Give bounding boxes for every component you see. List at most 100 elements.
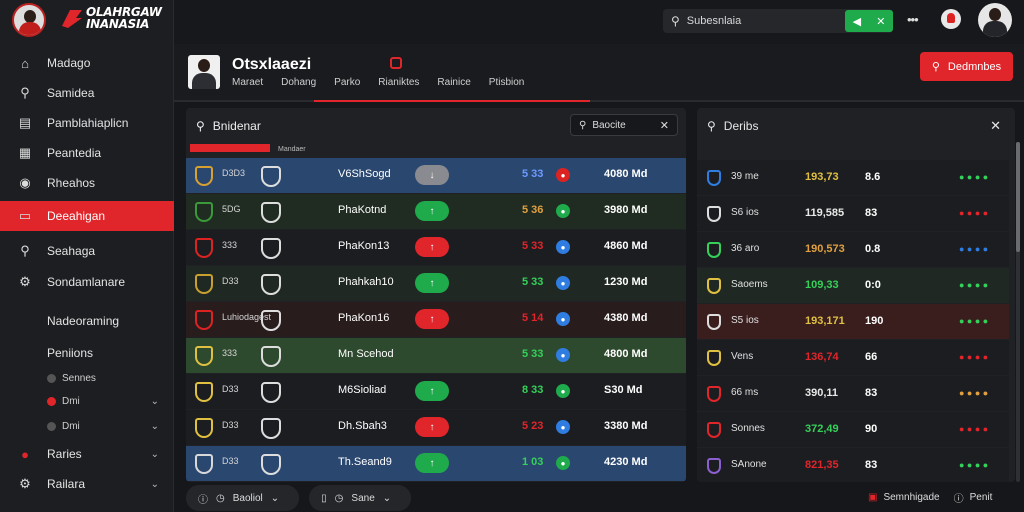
table-row[interactable]: 333 PhaKon13 ↑ 5 33 ● 4860 Md — [186, 230, 686, 265]
nav-item-peantedia[interactable]: ▦ Peantedia — [0, 138, 174, 168]
list-item[interactable]: S5 ios 193,171 190 ● ● ● ● — [697, 304, 1009, 339]
status-icon: ● — [556, 240, 570, 254]
item-value: 193,171 — [805, 315, 845, 327]
team-code: D3D3 — [222, 168, 246, 178]
search-icon: ⚲ — [579, 119, 587, 131]
list-item[interactable]: Sonnes 372,49 90 ● ● ● ● — [697, 412, 1009, 447]
table-row[interactable]: D33 M6Sioliad ↑ 8 33 ● S30 Md — [186, 374, 686, 409]
tab-maraet[interactable]: Maraet — [232, 77, 263, 88]
info-icon: ⓘ — [198, 494, 208, 506]
more-icon[interactable]: ••• — [907, 12, 919, 27]
trend-pill[interactable]: ↑ — [415, 417, 449, 437]
item-label: Vens — [731, 351, 754, 362]
table-row[interactable]: D33 Dh.Sbah3 ↑ 5 23 ● 3380 Md — [186, 410, 686, 445]
grid-icon: ▣ — [868, 492, 878, 503]
item-label: S6 ios — [731, 207, 759, 218]
primary-action-button[interactable]: ⚲ Dedmnbes — [920, 52, 1013, 81]
tab-rianiktes[interactable]: Rianiktes — [378, 77, 419, 88]
trend-pill[interactable]: ↑ — [415, 201, 449, 221]
table-row[interactable]: Luhiodagest PhaKon16 ↑ 5 14 ● 4380 Md — [186, 302, 686, 337]
list-item[interactable]: Vens 136,74 66 ● ● ● ● — [697, 340, 1009, 375]
amount-value: 3380 Md — [604, 420, 648, 432]
details-panel: ⚲ Deribs ✕ 39 me 193,73 8.6 ● ● ● ● S6 ios… — [697, 108, 1015, 482]
team-code: D33 — [222, 384, 239, 394]
list-item[interactable]: 36 aro 190,573 0.8 ● ● ● ● — [697, 232, 1009, 267]
nav-item-deeahigan[interactable]: ▭ Deeahigan — [0, 201, 174, 231]
item-number: 83 — [865, 207, 878, 219]
sidebar: OLAHRGAW INANASIA ⌂ Madago ⚲ Samidea ▤ Pamb… — [0, 0, 174, 512]
trend-dots: ● ● ● ● — [959, 244, 989, 254]
nav-item-raries[interactable]: ● Raries — [0, 439, 174, 469]
amount-value: 4860 Md — [604, 240, 648, 252]
user-avatar[interactable] — [978, 3, 1012, 37]
info-icon: ⓘ — [953, 494, 964, 505]
chevron-down-icon[interactable]: ⌄ — [151, 421, 159, 432]
table-row[interactable]: 333 Mn Scehod 5 33 ● 4800 Md — [186, 338, 686, 373]
trend-dots: ● ● ● ● — [959, 208, 989, 218]
status-icon: ● — [556, 168, 570, 182]
clock-icon: ◷ — [216, 492, 225, 504]
nav-sub-item[interactable]: Dmi — [47, 396, 80, 407]
team-crest-icon — [195, 382, 213, 402]
page-header: Otsxlaaezi Maraet Dohang Parko Rianiktes… — [174, 44, 1024, 102]
nav-item-madago[interactable]: ⌂ Madago — [0, 48, 174, 78]
tab-parko[interactable]: Parko — [334, 77, 360, 88]
list-item[interactable]: S6 ios 119,585 83 ● ● ● ● — [697, 196, 1009, 231]
team-name: V6ShSogd — [338, 168, 391, 180]
trend-pill[interactable]: ↑ — [415, 453, 449, 473]
close-icon[interactable]: ✕ — [990, 118, 1001, 134]
footer-link[interactable]: Semnhigade — [883, 492, 939, 503]
trend-pill[interactable]: ↓ — [415, 165, 449, 185]
chevron-down-icon[interactable]: ⌄ — [151, 449, 159, 460]
footer-pill[interactable]: ⓘ ◷ Baoliol ⌄ — [186, 485, 300, 511]
matches-panel: ⚲ Bnidenar ⚲ Baocite ✕ Mandaer D3D3 V6ShSog… — [186, 108, 686, 482]
trend-pill[interactable] — [415, 345, 449, 365]
team-name: PhaKon13 — [338, 240, 390, 252]
trend-pill[interactable]: ↑ — [415, 309, 449, 329]
toggle-button[interactable]: ◀ ✕ — [845, 10, 893, 32]
brand[interactable]: OLAHRGAW INANASIA — [0, 0, 174, 44]
item-value: 136,74 — [805, 351, 839, 363]
tab-dohang[interactable]: Dohang — [281, 77, 316, 88]
clock-icon: ◷ — [334, 492, 344, 504]
list-item[interactable]: 39 me 193,73 8.6 ● ● ● ● — [697, 160, 1009, 195]
chevron-down-icon[interactable]: ⌄ — [151, 396, 159, 407]
tab-rainice[interactable]: Rainice — [437, 77, 470, 88]
nav-item-samidea[interactable]: ⚲ Samidea — [0, 78, 174, 108]
close-icon[interactable]: ✕ — [660, 119, 669, 132]
team-name: PhaKotnd — [338, 204, 387, 216]
trend-pill[interactable]: ↑ — [415, 381, 449, 401]
nav-item-pamblahiaplicn[interactable]: ▤ Pamblahiaplicn — [0, 108, 174, 138]
nav-item-sondamlanare[interactable]: ⚙ Sondamlanare — [0, 267, 174, 297]
brand-avatar — [12, 3, 46, 37]
table-row[interactable]: D33 Phahkah10 ↑ 5 33 ● 1230 Md — [186, 266, 686, 301]
nav-item-railara[interactable]: ⚙ Railara — [0, 469, 174, 499]
play-icon: ◉ — [19, 175, 31, 190]
list-item[interactable]: 66 ms 390,11 83 ● ● ● ● — [697, 376, 1009, 411]
trend-dots: ● ● ● ● — [959, 316, 989, 326]
footer-pill[interactable]: ▯ ◷ Sane ⌄ — [309, 485, 412, 511]
chevron-down-icon[interactable]: ⌄ — [151, 479, 159, 490]
nav-item-seahaga[interactable]: ⚲ Seahaga — [0, 236, 174, 266]
trend-pill[interactable]: ↑ — [415, 237, 449, 257]
trend-pill[interactable]: ↑ — [415, 273, 449, 293]
table-row[interactable]: D33 Th.Seand9 ↑ 1 03 ● 4230 Md — [186, 446, 686, 481]
nav-sub-item[interactable]: Sennes — [47, 373, 96, 384]
team-crest-icon — [261, 310, 281, 331]
team-name: Dh.Sbah3 — [338, 420, 387, 432]
list-item[interactable]: SAnone 821,35 83 ● ● ● ● — [697, 448, 1009, 482]
table-row[interactable]: D3D3 V6ShSogd ↓ 5 33 ● 4080 Md — [186, 158, 686, 193]
team-crest-icon — [707, 314, 721, 330]
footer-link[interactable]: Penit — [970, 492, 993, 503]
item-number: 83 — [865, 387, 878, 399]
list-item[interactable]: Saoems 109,33 0:0 ● ● ● ● — [697, 268, 1009, 303]
panel-search-input[interactable]: ⚲ Baocite ✕ — [570, 114, 678, 136]
nav-item-rheahos[interactable]: ◉ Rheahos — [0, 168, 174, 198]
tab-ptisbion[interactable]: Ptisbion — [489, 77, 525, 88]
nav-sub-item[interactable]: Dmi — [47, 421, 80, 432]
tab-badge-icon — [390, 57, 402, 69]
table-row[interactable]: 5DG PhaKotnd ↑ 5 36 ● 3980 Md — [186, 194, 686, 229]
scrollbar[interactable] — [1016, 142, 1020, 482]
notification-icon[interactable] — [941, 9, 961, 29]
trend-dots: ● ● ● ● — [959, 172, 989, 182]
